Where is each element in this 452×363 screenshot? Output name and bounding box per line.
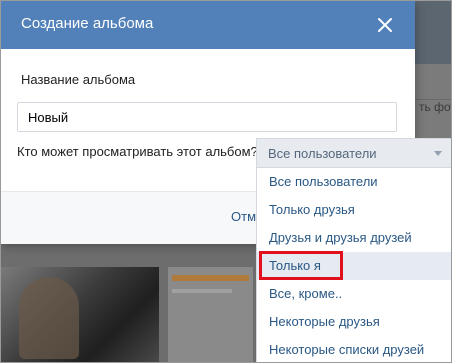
- privacy-option-some-friends[interactable]: Некоторые друзья: [257, 308, 451, 336]
- thumbnail-banner: [172, 275, 249, 281]
- privacy-select[interactable]: Все пользователи: [256, 138, 451, 168]
- thumbnail-line: [172, 289, 232, 293]
- privacy-option-all-except[interactable]: Все, кроме..: [257, 280, 451, 308]
- album-thumbnail-2: [168, 267, 253, 362]
- annotation-highlight-box: [259, 251, 343, 280]
- privacy-option-some-friend-lists[interactable]: Некоторые списки друзей: [257, 336, 451, 362]
- album-name-input[interactable]: [17, 102, 397, 132]
- album-name-label: Название альбома: [21, 72, 136, 87]
- album-thumbnail-1: [1, 267, 159, 362]
- close-icon[interactable]: [373, 13, 397, 37]
- privacy-option-all-users[interactable]: Все пользователи: [257, 168, 451, 196]
- upload-photo-link: ть фото: [419, 100, 451, 114]
- dialog-header: Создание альбома: [1, 1, 415, 49]
- screenshot-frame: ть фото Создание альбома Название альбом…: [0, 0, 452, 363]
- dialog-title: Создание альбома: [21, 15, 154, 32]
- privacy-select-value: Все пользователи: [268, 146, 377, 161]
- chevron-down-icon: [434, 151, 442, 156]
- privacy-option-friends-only[interactable]: Только друзья: [257, 196, 451, 224]
- privacy-label: Кто может просматривать этот альбом?: [17, 144, 258, 159]
- privacy-option-friends-of-friends[interactable]: Друзья и друзья друзей: [257, 224, 451, 252]
